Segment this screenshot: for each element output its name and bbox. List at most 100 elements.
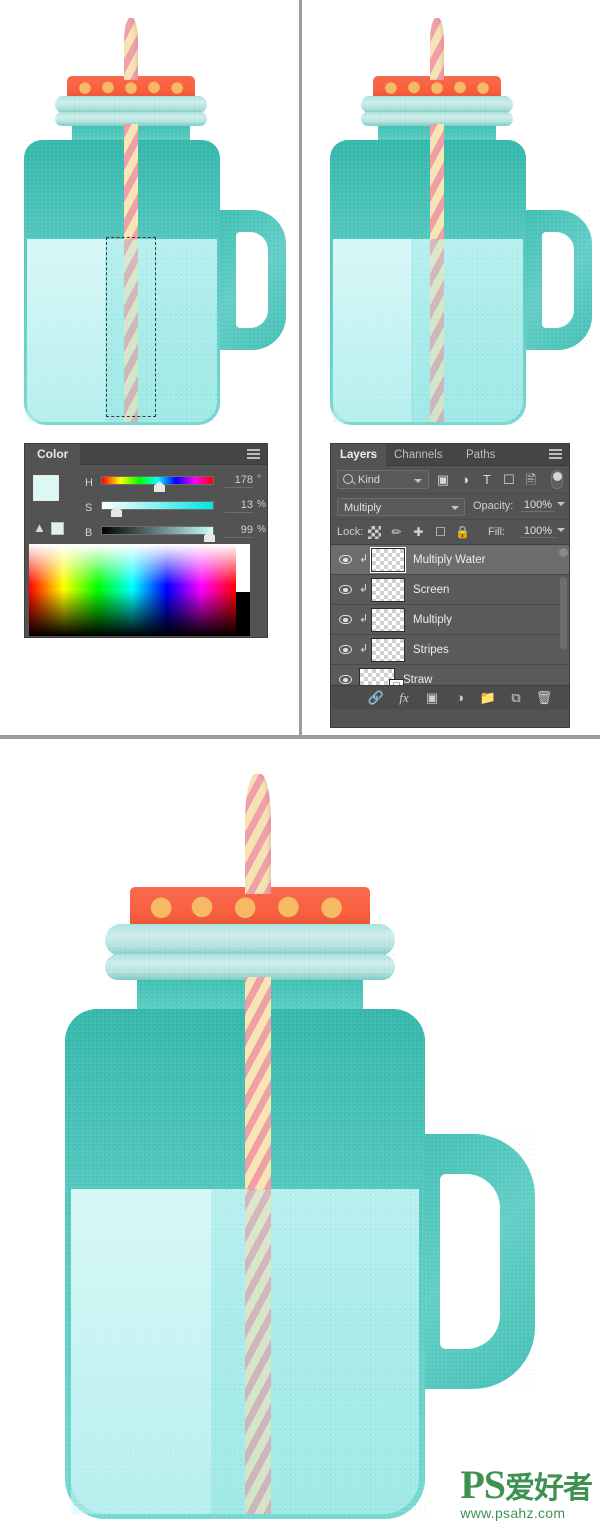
layer-thumbnail[interactable] [371, 608, 405, 632]
lock-position-icon[interactable]: ✚ [411, 525, 426, 540]
straw-top-segment [245, 774, 271, 894]
fill-value[interactable]: 100% [521, 525, 555, 538]
filter-toggle[interactable] [551, 470, 563, 489]
foreground-color-swatch[interactable] [33, 475, 59, 501]
scrollbar-thumb[interactable] [559, 548, 568, 557]
lock-artboard-icon[interactable]: ☐ [433, 525, 448, 540]
saturation-value[interactable]: 13 [225, 499, 253, 513]
straw-in-water-segment [430, 239, 444, 422]
table-row[interactable]: ↲ Multiply Water [331, 545, 569, 575]
panel-menu-icon[interactable] [549, 449, 562, 460]
blend-mode-select[interactable]: Multiply [337, 498, 465, 516]
out-of-gamut-swatch[interactable] [51, 522, 64, 535]
watermark-url: www.psahz.com [460, 1505, 566, 1521]
color-panel-body: ▲ H 178 ° S 13 % B 99 % [25, 465, 267, 544]
add-mask-icon[interactable]: ▣ [423, 690, 441, 706]
lock-transparency-icon[interactable] [368, 526, 381, 539]
hue-label: H [85, 477, 93, 489]
color-ramp-white-black-strip[interactable] [236, 544, 250, 636]
blend-mode-value: Multiply [344, 502, 382, 514]
shape-filter-icon[interactable]: ☐ [501, 472, 517, 488]
jar-water-highlight [71, 1189, 211, 1514]
layer-filter-bar: Kind ▣ ◑ T ☐ 🖹 [331, 466, 569, 494]
image-filter-icon[interactable]: ▣ [435, 472, 451, 488]
layer-name[interactable]: Stripes [413, 644, 449, 656]
watermark-brand-cn: 爱好者 [505, 1472, 593, 1505]
eye-icon[interactable] [339, 675, 352, 684]
layers-panel: Layers Channels Paths Kind ▣ ◑ T ☐ 🖹 Mul… [330, 443, 570, 728]
layer-thumbnail[interactable] [370, 547, 406, 573]
tab-color[interactable]: Color [25, 444, 81, 465]
new-group-icon[interactable]: 📁 [479, 690, 497, 706]
brightness-slider-track[interactable] [101, 526, 214, 535]
layer-name[interactable]: Screen [413, 584, 449, 596]
straw-in-air-segment [245, 977, 271, 1190]
adjustment-layer-icon[interactable]: ◑ [451, 690, 469, 706]
layer-name[interactable]: Straw [403, 674, 432, 685]
clipping-mask-icon: ↲ [359, 643, 369, 655]
layer-style-fx-icon[interactable]: fx [395, 690, 413, 706]
opacity-value[interactable]: 100% [521, 499, 555, 512]
step-1-panel: Color ▲ H 178 ° S 13 % B 99 % [0, 0, 299, 735]
table-row[interactable]: ↲ Multiply [331, 605, 569, 635]
brightness-unit: % [257, 524, 266, 535]
straw-in-air-segment [124, 124, 138, 240]
table-row[interactable]: ↲ Stripes [331, 635, 569, 665]
tab-channels[interactable]: Channels [385, 444, 452, 466]
tutorial-page: Color ▲ H 178 ° S 13 % B 99 % Layers Cha… [0, 0, 600, 1530]
hue-slider-row: H 178 ° [85, 473, 263, 495]
jar-illustration-large [55, 774, 555, 1519]
jar-lid-ring-upper [361, 96, 513, 113]
layers-panel-footer: 🔗 fx ▣ ◑ 📁 ⧉ 🗑 [331, 685, 569, 709]
filter-kind-select[interactable]: Kind [337, 470, 429, 489]
color-panel-tabbar: Color [25, 444, 267, 465]
fill-chevron-down-icon[interactable] [557, 528, 565, 532]
delete-layer-icon[interactable]: 🗑 [535, 690, 553, 706]
layer-thumbnail[interactable] [371, 638, 405, 662]
layers-panel-tabbar: Layers Channels Paths [331, 444, 569, 466]
eye-icon[interactable] [339, 585, 352, 594]
new-layer-icon[interactable]: ⧉ [507, 690, 525, 706]
tab-paths[interactable]: Paths [457, 444, 504, 466]
warning-triangle-icon: ▲ [33, 520, 46, 535]
lock-label: Lock: [337, 526, 364, 538]
link-layers-icon[interactable]: 🔗 [367, 690, 385, 706]
tab-layers[interactable]: Layers [331, 444, 387, 466]
saturation-unit: % [257, 499, 266, 510]
search-icon [343, 474, 353, 484]
eye-icon[interactable] [339, 615, 352, 624]
fill-label: Fill: [488, 526, 506, 538]
table-row[interactable]: ↲ Screen [331, 575, 569, 605]
hue-value[interactable]: 178 [225, 474, 253, 488]
adjustment-filter-icon[interactable]: ◑ [457, 472, 473, 488]
eye-icon[interactable] [339, 555, 352, 564]
layer-name[interactable]: Multiply [413, 614, 452, 626]
step-2-panel: Layers Channels Paths Kind ▣ ◑ T ☐ 🖹 Mul… [302, 0, 600, 735]
hue-unit: ° [257, 474, 261, 485]
straw-top-segment [124, 18, 138, 80]
jar-lid-ring-upper [105, 924, 395, 956]
selection-marquee[interactable] [106, 237, 156, 417]
brightness-value[interactable]: 99 [225, 524, 253, 538]
lock-image-icon[interactable]: ✏ [389, 525, 404, 540]
panel-menu-icon[interactable] [247, 449, 260, 460]
table-row[interactable]: ☐ Straw [331, 665, 569, 685]
opacity-chevron-down-icon[interactable] [557, 502, 565, 506]
jar-lid-ring-upper [55, 96, 207, 113]
brightness-slider-row: B 99 % [85, 523, 266, 545]
brightness-label: B [85, 527, 93, 539]
filter-kind-label: Kind [358, 474, 381, 486]
layer-list: ↲ Multiply Water ↲ Screen ↲ Multiply ↲ S… [331, 545, 569, 685]
color-spectrum-ramp[interactable] [29, 544, 236, 636]
jar-illustration-step2 [320, 10, 592, 425]
jar-water-highlight [27, 239, 105, 422]
lock-all-icon[interactable]: 🔒 [455, 525, 470, 540]
layer-thumbnail[interactable] [371, 578, 405, 602]
clipping-mask-icon: ↲ [359, 553, 369, 565]
layer-name[interactable]: Multiply Water [413, 554, 485, 566]
layer-list-scrollbar[interactable] [560, 577, 567, 649]
eye-icon[interactable] [339, 645, 352, 654]
type-filter-icon[interactable]: T [479, 472, 495, 488]
jar-handle-hole [542, 232, 574, 328]
smart-object-filter-icon[interactable]: 🖹 [523, 472, 539, 488]
